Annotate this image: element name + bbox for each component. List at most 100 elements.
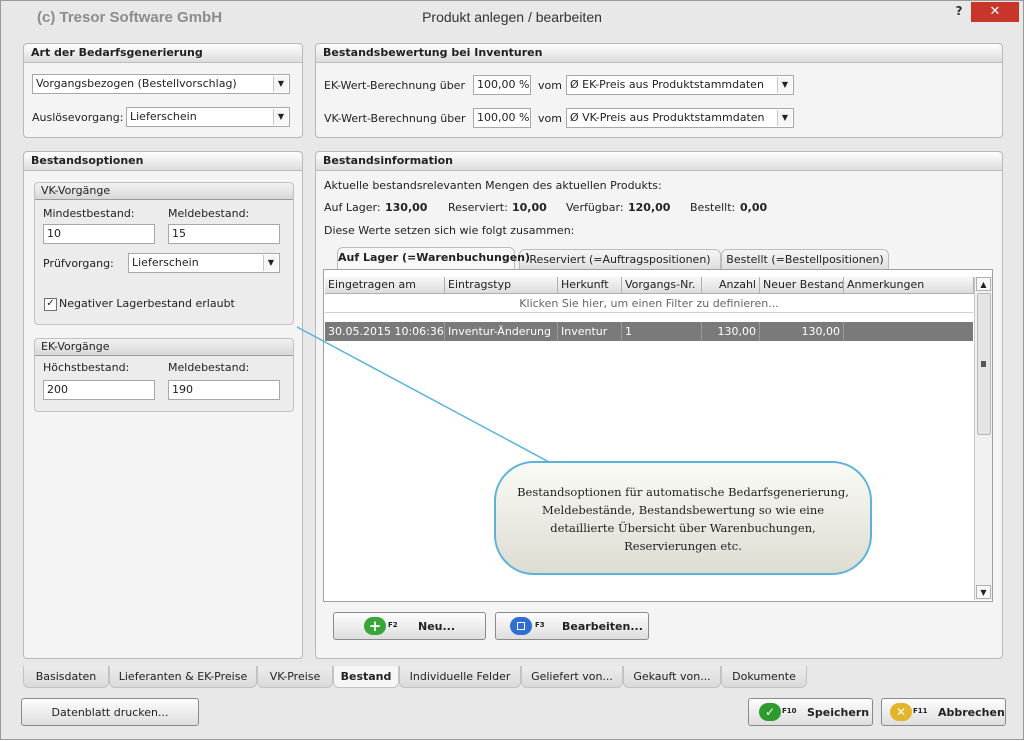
new-button[interactable]: + F2 Neu...	[333, 612, 486, 640]
callout-line-3: detaillierte Übersicht über Warenbuchung…	[550, 521, 816, 535]
save-key-hint: F10	[782, 707, 797, 715]
row-new-stock: 130,00	[760, 322, 844, 341]
tab-vk-preise[interactable]: VK-Preise	[257, 666, 333, 688]
cancel-button[interactable]: ✕ F11 Abbrechen	[881, 698, 1006, 726]
datasheet-button[interactable]: Datenblatt drucken...	[21, 698, 199, 726]
vk-group-title: VK-Vorgänge	[35, 183, 293, 200]
title-bar: (c) Tresor Software GmbH Produkt anlegen…	[1, 1, 1023, 33]
vk-source-select[interactable]: Ø VK-Preis aus Produktstammdaten ▼	[566, 108, 794, 128]
tab-reserved[interactable]: Reserviert (=Auftragspositionen)	[519, 249, 721, 269]
row-origin: Inventur	[558, 322, 622, 341]
on-stock-label: Auf Lager:	[324, 201, 381, 214]
on-stock-value: 130,00	[385, 201, 428, 214]
col-header-new-stock[interactable]: Neuer Bestand	[760, 277, 844, 294]
edit-icon	[510, 617, 532, 635]
reserved-label: Reserviert:	[448, 201, 508, 214]
vk-vom-label: vom	[538, 112, 562, 125]
available-label: Verfügbar:	[566, 201, 624, 214]
plus-icon: +	[364, 617, 386, 635]
chevron-down-icon[interactable]: ▼	[777, 77, 792, 93]
checkmark-icon: ✓	[759, 703, 781, 721]
chevron-down-icon[interactable]: ▼	[263, 255, 278, 271]
reserved-value: 10,00	[512, 201, 547, 214]
edit-button[interactable]: F3 Bearbeiten...	[495, 612, 649, 640]
max-stock-input[interactable]: 200	[43, 380, 155, 400]
ek-report-stock-input[interactable]: 190	[168, 380, 280, 400]
trigger-select[interactable]: Lieferschein ▼	[126, 107, 290, 127]
negative-stock-checkbox[interactable]: ✓	[44, 298, 57, 311]
new-button-label: Neu...	[418, 620, 456, 633]
callout-line-2: Meldebestände, Bestandsbewertung so wie …	[541, 503, 825, 517]
grid-scrollbar[interactable]: ▲ ▼	[974, 277, 992, 600]
tab-geliefert-von[interactable]: Geliefert von...	[521, 666, 623, 688]
filter-row[interactable]: Klicken Sie hier, um einen Filter zu def…	[325, 295, 973, 313]
check-process-value: Lieferschein	[132, 256, 199, 269]
chevron-down-icon[interactable]: ▼	[777, 110, 792, 126]
composition-text: Diese Werte setzen sich wie folgt zusamm…	[324, 224, 575, 237]
save-button[interactable]: ✓ F10 Speichern	[748, 698, 873, 726]
tab-bestand[interactable]: Bestand	[333, 666, 399, 688]
available-value: 120,00	[628, 201, 671, 214]
edit-button-label: Bearbeiten...	[562, 620, 643, 633]
optionen-panel: Bestandsoptionen VK-Vorgänge Mindestbest…	[23, 151, 303, 659]
bedarf-type-select[interactable]: Vorgangsbezogen (Bestellvorschlag) ▼	[32, 74, 290, 94]
bewertung-panel: Bestandsbewertung bei Inventuren EK-Wert…	[315, 43, 1003, 138]
check-process-select[interactable]: Lieferschein ▼	[128, 253, 280, 273]
check-process-label: Prüfvorgang:	[43, 257, 114, 270]
bedarf-panel: Art der Bedarfsgenerierung Vorgangsbezog…	[23, 43, 303, 138]
col-header-number[interactable]: Vorgangs-Nr.	[622, 277, 702, 294]
cancel-key-hint: F11	[913, 707, 928, 715]
scroll-up-icon[interactable]: ▲	[976, 277, 991, 291]
vk-group: VK-Vorgänge Mindestbestand: 10 Meldebest…	[34, 182, 294, 325]
ordered-label: Bestellt:	[690, 201, 736, 214]
grip-icon	[981, 361, 986, 367]
vk-percent-input[interactable]: 100,00 %	[473, 108, 531, 128]
info-panel-title: Bestandsinformation	[316, 152, 1002, 171]
ek-percent-input[interactable]: 100,00 %	[473, 75, 531, 95]
tab-gekauft-von[interactable]: Gekauft von...	[623, 666, 721, 688]
col-header-type[interactable]: Eintragstyp	[445, 277, 558, 294]
bewertung-panel-title: Bestandsbewertung bei Inventuren	[316, 44, 1002, 63]
row-number: 1	[622, 322, 702, 341]
info-intro: Aktuelle bestandsrelevanten Mengen des a…	[324, 179, 662, 192]
tab-lieferanten[interactable]: Lieferanten & EK-Preise	[109, 666, 257, 688]
close-button[interactable]: ✕	[971, 2, 1019, 22]
ek-source-select[interactable]: Ø EK-Preis aus Produktstammdaten ▼	[566, 75, 794, 95]
optionen-panel-title: Bestandsoptionen	[24, 152, 302, 171]
new-key-hint: F2	[388, 621, 398, 629]
col-header-notes[interactable]: Anmerkungen	[844, 277, 974, 294]
datasheet-button-label: Datenblatt drucken...	[51, 706, 169, 719]
col-header-quantity[interactable]: Anzahl	[702, 277, 760, 294]
ek-group-title: EK-Vorgänge	[35, 339, 293, 356]
cancel-icon: ✕	[890, 703, 912, 721]
trigger-value: Lieferschein	[130, 110, 197, 123]
dialog-window: (c) Tresor Software GmbH Produkt anlegen…	[0, 0, 1024, 740]
ek-group: EK-Vorgänge Höchstbestand: 200 Meldebest…	[34, 338, 294, 412]
tab-dokumente[interactable]: Dokumente	[721, 666, 807, 688]
ek-vom-label: vom	[538, 79, 562, 92]
tab-ordered[interactable]: Bestellt (=Bestellpositionen)	[721, 249, 889, 269]
scroll-down-icon[interactable]: ▼	[976, 585, 991, 599]
chevron-down-icon[interactable]: ▼	[273, 109, 288, 125]
save-button-label: Speichern	[807, 706, 870, 719]
negative-stock-label[interactable]: Negativer Lagerbestand erlaubt	[59, 297, 235, 310]
min-stock-label: Mindestbestand:	[43, 207, 135, 220]
min-stock-input[interactable]: 10	[43, 224, 155, 244]
cancel-button-label: Abbrechen	[938, 706, 1005, 719]
row-quantity: 130,00	[702, 322, 760, 341]
help-button[interactable]: ?	[949, 4, 969, 20]
tab-on-stock[interactable]: Auf Lager (=Warenbuchungen)	[337, 247, 530, 269]
trigger-label: Auslösevorgang:	[32, 111, 124, 124]
bedarf-type-value: Vorgangsbezogen (Bestellvorschlag)	[36, 77, 237, 90]
report-stock-label: Meldebestand:	[168, 207, 250, 220]
edit-key-hint: F3	[535, 621, 545, 629]
ek-source-value: Ø EK-Preis aus Produktstammdaten	[570, 78, 764, 91]
vk-calc-label: VK-Wert-Berechnung über	[324, 112, 466, 125]
col-header-date[interactable]: Eingetragen am	[325, 277, 445, 294]
tab-basisdaten[interactable]: Basisdaten	[23, 666, 109, 688]
report-stock-input[interactable]: 15	[168, 224, 280, 244]
tab-individuelle-felder[interactable]: Individuelle Felder	[399, 666, 521, 688]
col-header-origin[interactable]: Herkunft	[558, 277, 622, 294]
chevron-down-icon[interactable]: ▼	[273, 76, 288, 92]
callout-line-1: Bestandsoptionen für automatische Bedarf…	[517, 485, 849, 499]
